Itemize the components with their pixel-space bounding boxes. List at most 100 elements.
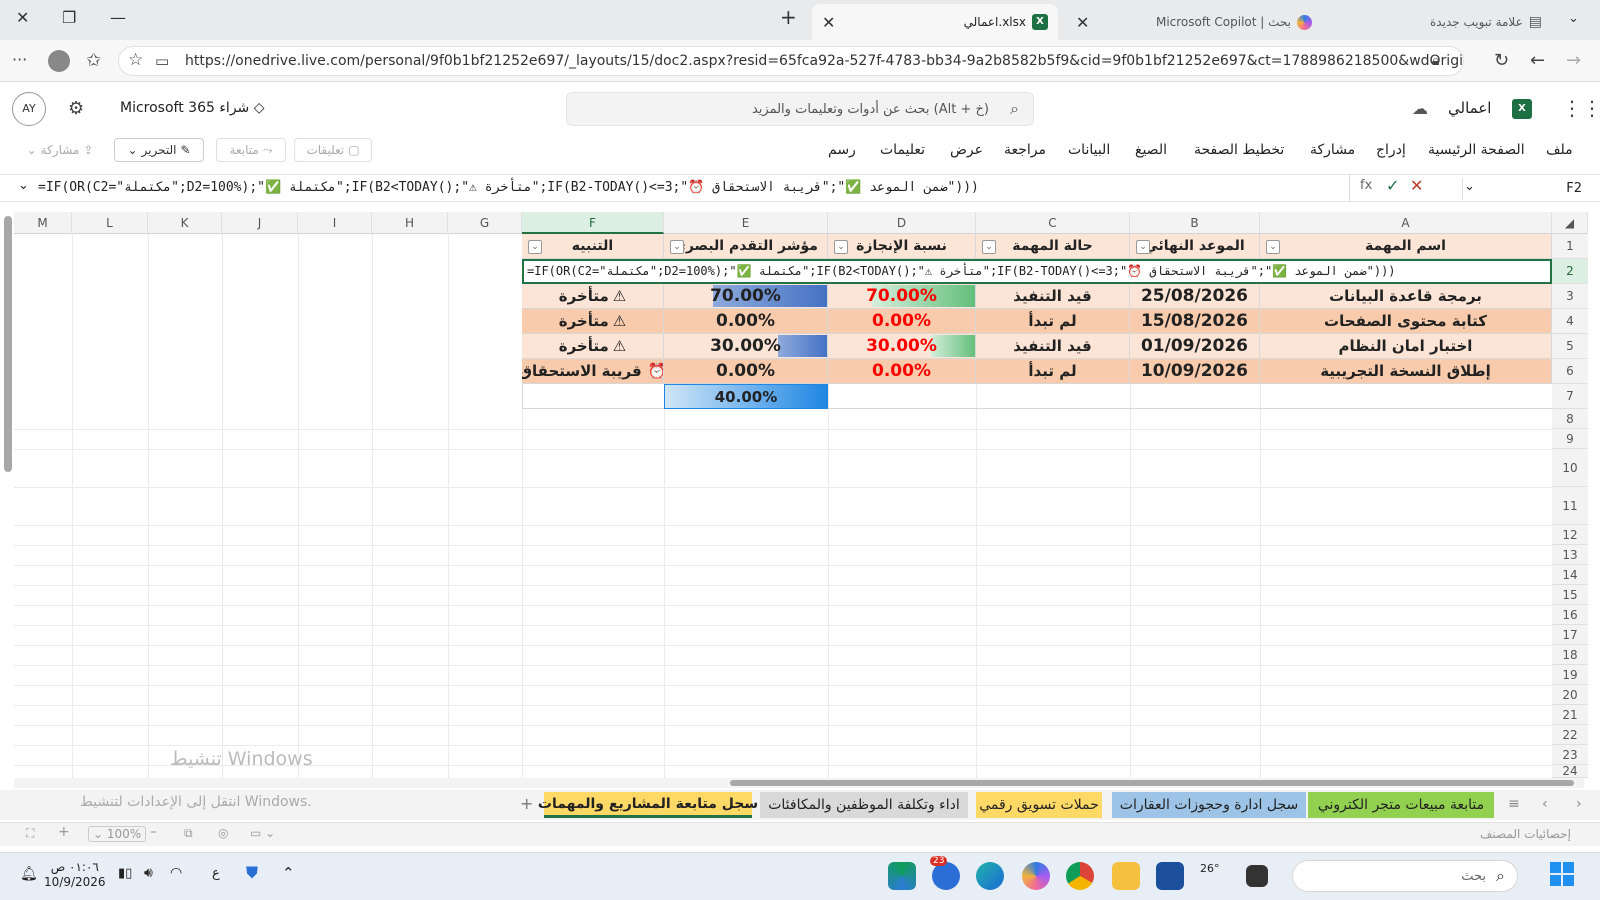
column-header-i[interactable]: I: [298, 212, 372, 234]
column-header-e[interactable]: E: [664, 212, 828, 234]
menu-formulas[interactable]: الصيغ: [1135, 142, 1167, 158]
prev-sheet-icon[interactable]: ‹: [1542, 796, 1548, 812]
taskbar-search[interactable]: بحث ⌕: [1292, 860, 1518, 892]
filter-dropdown-icon[interactable]: ⌄: [1266, 240, 1280, 254]
row-header-5[interactable]: 5: [1552, 334, 1588, 359]
row-header-15[interactable]: 15: [1552, 585, 1588, 605]
row-header-16[interactable]: 16: [1552, 605, 1588, 625]
menu-home[interactable]: الصفحة الرئيسية: [1428, 142, 1525, 158]
row-header-11[interactable]: 11: [1552, 487, 1588, 525]
fx-icon[interactable]: fx: [1360, 178, 1372, 193]
scrollbar-thumb[interactable]: [4, 216, 12, 472]
menu-insert[interactable]: إدراج: [1376, 142, 1406, 158]
cell-completion[interactable]: 70.00%: [828, 284, 976, 309]
cell-completion[interactable]: 0.00%: [828, 309, 976, 334]
row-header-1[interactable]: 1: [1552, 234, 1588, 259]
cell-status[interactable]: قيد التنفيذ: [976, 284, 1130, 309]
row-header-6[interactable]: 6: [1552, 359, 1588, 384]
cell-due-date[interactable]: 10/09/2026: [1130, 359, 1260, 384]
cell-e7-total[interactable]: 40.00%: [664, 384, 828, 409]
vertical-scrollbar[interactable]: [4, 210, 12, 770]
cell-alert[interactable]: متأخرة ⚠: [522, 284, 664, 309]
filter-dropdown-icon[interactable]: ⌄: [834, 240, 848, 254]
back-icon[interactable]: ←: [1530, 50, 1545, 71]
column-header-k[interactable]: K: [148, 212, 222, 234]
workbook-stats[interactable]: إحصائيات المصنف: [1480, 827, 1571, 841]
column-header-j[interactable]: J: [222, 212, 298, 234]
more-menu-icon[interactable]: ···: [12, 50, 27, 69]
zoom-out-icon[interactable]: –: [150, 824, 157, 840]
app-launcher-icon[interactable]: ⋮⋮: [1562, 96, 1600, 120]
row-header-2[interactable]: 2: [1552, 259, 1588, 284]
cell-f7[interactable]: [522, 384, 664, 409]
column-header-f[interactable]: F: [522, 212, 664, 234]
windows-start-icon[interactable]: [1550, 862, 1574, 886]
menu-file[interactable]: ملف: [1546, 142, 1573, 158]
column-header-g[interactable]: G: [448, 212, 522, 234]
refresh-icon[interactable]: ↻: [1494, 50, 1509, 71]
cell-task-name[interactable]: كتابة محتوى الصفحات: [1260, 309, 1552, 334]
row-header-19[interactable]: 19: [1552, 665, 1588, 685]
formula-input[interactable]: =IF(OR(C2="مكتملة";D2=100%);"✅ مكتملة";I…: [38, 174, 1350, 202]
sheet-tab-employees[interactable]: اداء وتكلفة الموظفين والمكافئات: [760, 792, 968, 818]
url-field[interactable]: https://onedrive.live.com/personal/9f0b1…: [118, 46, 1464, 76]
row-header-7[interactable]: 7: [1552, 384, 1588, 409]
settings-gear-icon[interactable]: ⚙: [68, 98, 84, 119]
row-header-17[interactable]: 17: [1552, 625, 1588, 645]
task-view-icon[interactable]: [1246, 865, 1268, 887]
header-visual-progress[interactable]: مؤشر التقدم البصري ⌄: [664, 234, 828, 259]
sheet-tab-projects[interactable]: سجل متابعة المشاريع والمهمات: [538, 792, 758, 818]
cell-alert[interactable]: متأخرة ⚠: [522, 309, 664, 334]
lock-icon[interactable]: 🔒︎: [1432, 53, 1439, 69]
header-status[interactable]: حالة المهمة ⌄: [976, 234, 1130, 259]
cell-task-name[interactable]: برمجة قاعدة البيانات: [1260, 284, 1552, 309]
row-header-24[interactable]: 24: [1552, 765, 1588, 778]
tray-chevron-up-icon[interactable]: ⌃: [282, 864, 295, 882]
filter-dropdown-icon[interactable]: ⌄: [982, 240, 996, 254]
cell-alert[interactable]: متأخرة ⚠: [522, 334, 664, 359]
cell-visual-progress[interactable]: 30.00%: [664, 334, 828, 359]
tab-new[interactable]: علامة تبويب جديدة ▤: [1330, 4, 1552, 40]
cell-task-name[interactable]: اختبار امان النظام: [1260, 334, 1552, 359]
cell-alert[interactable]: قريبة الاستحقاق ⏰: [522, 359, 664, 384]
comments-button[interactable]: تعليقات ▢: [294, 138, 372, 162]
cell-completion[interactable]: 30.00%: [828, 334, 976, 359]
cancel-x-icon[interactable]: ✕: [1410, 176, 1423, 195]
edge-dev-icon[interactable]: [888, 862, 916, 890]
sheet-tab-real-estate[interactable]: سجل ادارة وحجوزات العقارات: [1112, 792, 1306, 818]
column-header-b[interactable]: B: [1130, 212, 1260, 234]
cell-task-name[interactable]: إطلاق النسخة التجريبية: [1260, 359, 1552, 384]
name-box[interactable]: F2: [1462, 178, 1590, 200]
app-badge-icon[interactable]: 23: [930, 856, 960, 890]
menu-data[interactable]: البيانات: [1068, 142, 1110, 158]
cell-due-date[interactable]: 15/08/2026: [1130, 309, 1260, 334]
sheet-tab-marketing[interactable]: حملات تسويق رقمي: [976, 792, 1102, 818]
share-button[interactable]: ⌄ مشاركة ⇪: [16, 138, 104, 162]
add-sheet-icon[interactable]: +: [520, 794, 533, 813]
row-header-8[interactable]: 8: [1552, 409, 1588, 429]
column-header-h[interactable]: H: [372, 212, 448, 234]
cell-status[interactable]: قيد التنفيذ: [976, 334, 1130, 359]
forward-icon[interactable]: →: [1566, 50, 1581, 71]
zoom-in-icon[interactable]: +: [58, 824, 70, 840]
file-explorer-icon[interactable]: [1112, 862, 1140, 890]
menu-share[interactable]: مشاركة: [1310, 142, 1355, 158]
favorites-icon[interactable]: ✩: [86, 50, 101, 71]
restore-window-icon[interactable]: ❐: [62, 8, 76, 27]
row-header-10[interactable]: 10: [1552, 449, 1588, 487]
input-language[interactable]: ع: [212, 866, 220, 881]
tab-copilot[interactable]: ✕ Microsoft Copilot | بحث: [1066, 4, 1322, 40]
row-header-21[interactable]: 21: [1552, 705, 1588, 725]
close-window-icon[interactable]: ✕: [16, 8, 29, 27]
catchup-button[interactable]: متابعة ⤳: [216, 138, 286, 162]
menu-page-layout[interactable]: تخطيط الصفحة: [1194, 142, 1284, 158]
sheet-tab-ecommerce[interactable]: متابعة مبيعات متجر الكتروني: [1308, 792, 1494, 818]
spreadsheet-grid[interactable]: A B C D E F G H I J K L M ◢ 1 2 3 4 5 6 …: [0, 212, 1600, 778]
row-header-20[interactable]: 20: [1552, 685, 1588, 705]
tab-list-chevron-icon[interactable]: ⌄: [1568, 11, 1579, 26]
header-alert[interactable]: التنبيه ⌄: [522, 234, 664, 259]
new-tab-icon[interactable]: +: [780, 5, 797, 29]
expand-formula-chevron-icon[interactable]: ⌄: [18, 178, 29, 193]
column-header-m[interactable]: M: [14, 212, 72, 234]
add-favorite-icon[interactable]: ☆: [128, 50, 143, 70]
